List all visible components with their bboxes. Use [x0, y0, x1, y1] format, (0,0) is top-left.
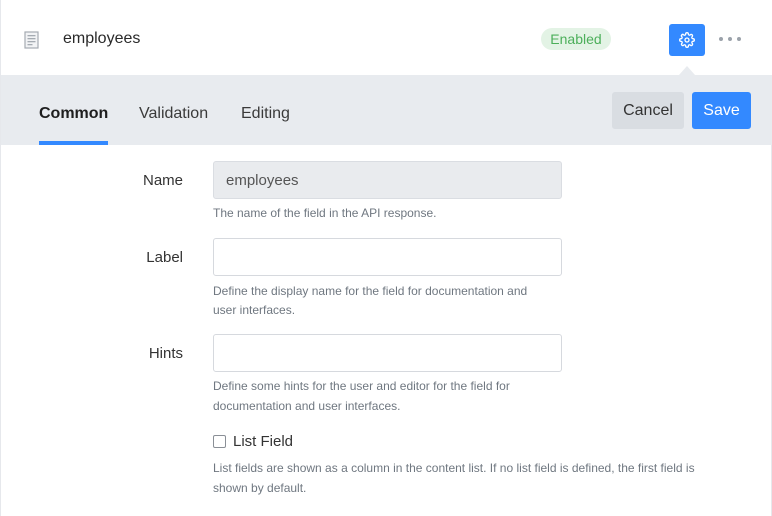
list-field-label[interactable]: List Field: [233, 433, 293, 450]
settings-caret: [679, 66, 695, 75]
active-tab-indicator: [39, 141, 108, 145]
label-input[interactable]: [213, 238, 562, 276]
name-hint: The name of the field in the API respons…: [213, 206, 437, 220]
label-label: Label: [146, 249, 183, 266]
save-button[interactable]: Save: [692, 92, 751, 129]
name-input[interactable]: [213, 161, 562, 199]
hints-input[interactable]: [213, 334, 562, 372]
document-icon: [24, 31, 39, 49]
dot: [719, 37, 723, 41]
list-field-hint-line-1: List fields are shown as a column in the…: [213, 461, 695, 475]
cancel-button[interactable]: Cancel: [612, 92, 684, 129]
gear-icon: [679, 32, 695, 48]
dot: [737, 37, 741, 41]
tab-editing[interactable]: Editing: [241, 105, 290, 143]
tab-bar: Common Validation Editing Cancel Save: [1, 75, 772, 145]
field-name: employees: [63, 30, 141, 47]
more-dots-icon[interactable]: [719, 30, 741, 48]
status-badge: Enabled: [541, 28, 611, 50]
label-hint-line-2: user interfaces.: [213, 303, 296, 317]
name-label: Name: [142, 172, 183, 189]
settings-button[interactable]: [669, 24, 705, 56]
tab-validation[interactable]: Validation: [139, 105, 208, 143]
list-field-checkbox[interactable]: [213, 435, 226, 448]
hints-hint-line-2: documentation and user interfaces.: [213, 399, 401, 413]
list-field-hint-line-2: shown by default.: [213, 481, 307, 495]
list-field-row: List Field: [213, 433, 293, 450]
field-editor: employees Enabled Common Validation Edit…: [0, 0, 772, 516]
hints-hint-line-1: Define some hints for the user and edito…: [213, 379, 510, 393]
dot: [728, 37, 732, 41]
hints-label: Hints: [148, 345, 183, 362]
field-header: employees Enabled: [1, 0, 772, 75]
label-hint-line-1: Define the display name for the field fo…: [213, 284, 528, 298]
tab-common[interactable]: Common: [39, 105, 108, 143]
